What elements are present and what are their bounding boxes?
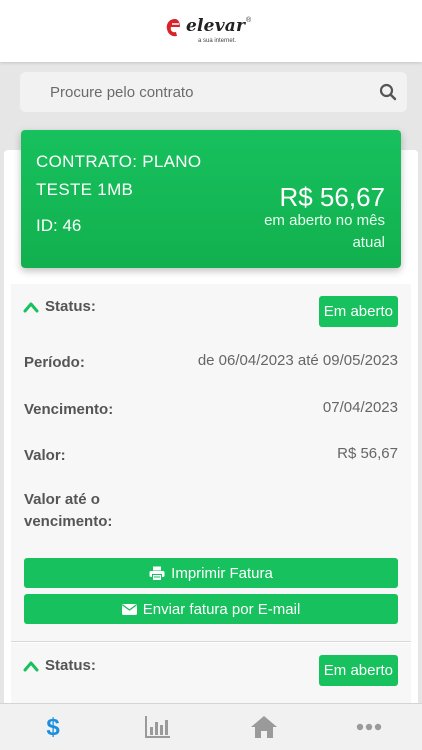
invoice-status-toggle[interactable]: Status:	[23, 298, 96, 315]
chevron-up-icon[interactable]	[23, 660, 39, 672]
envelope-icon	[121, 603, 137, 615]
status-label: Status:	[45, 657, 96, 674]
invoice-card: Status: Em aberto Período: de 06/04/2023…	[11, 284, 411, 642]
nav-invoices[interactable]: $	[0, 704, 106, 750]
bottom-navigation: $	[0, 703, 422, 750]
contract-title: CONTRATO: PLANO TESTE 1MB	[36, 152, 202, 199]
home-icon	[250, 716, 277, 738]
invoice-card: Status: Em aberto	[11, 643, 411, 703]
email-invoice-button[interactable]: Enviar fatura por E-mail	[24, 594, 398, 624]
due-date-value: 07/04/2023	[322, 399, 398, 416]
nav-usage[interactable]	[106, 704, 212, 750]
elevar-logo: elevar ® a sua internet.	[166, 14, 256, 48]
value-label: Valor:	[24, 447, 66, 464]
search-icon[interactable]	[379, 83, 397, 101]
value-amount: R$ 56,67	[337, 445, 398, 462]
status-badge: Em aberto	[318, 296, 398, 327]
print-invoice-label: Imprimir Fatura	[171, 564, 273, 582]
dollar-icon: $	[46, 714, 60, 740]
value-until-due-label: Valor até o vencimento:	[24, 491, 113, 530]
period-value: de 06/04/2023 até 09/05/2023	[197, 352, 398, 369]
contract-open-amount: R$ 56,67	[279, 182, 385, 212]
logo-mark-icon	[166, 19, 180, 37]
email-invoice-label: Enviar fatura por E-mail	[142, 600, 301, 618]
nav-more[interactable]	[317, 704, 422, 750]
contract-id: ID: 46	[36, 216, 82, 235]
print-invoice-button[interactable]: Imprimir Fatura	[24, 558, 398, 588]
contract-search-input[interactable]	[20, 72, 360, 112]
contract-summary-card[interactable]: CONTRATO: PLANO TESTE 1MB ID: 46 R$ 56,6…	[21, 130, 401, 268]
invoice-status-toggle[interactable]: Status:	[23, 657, 96, 674]
period-label: Período:	[24, 354, 85, 371]
logo-text: elevar	[186, 16, 246, 36]
status-label: Status:	[45, 298, 96, 315]
svg-text:$: $	[46, 714, 60, 740]
contract-search-bar	[20, 72, 407, 112]
logo-tagline: a sua internet.	[198, 38, 237, 44]
more-icon	[357, 723, 382, 731]
due-date-label: Vencimento:	[24, 401, 114, 418]
nav-home[interactable]	[211, 704, 317, 750]
printer-icon	[149, 566, 165, 581]
chevron-up-icon[interactable]	[23, 301, 39, 313]
contract-open-amount-label: em aberto no mês atual	[264, 212, 385, 251]
bar-chart-icon	[145, 716, 171, 738]
logo-registered-mark: ®	[246, 17, 252, 24]
status-badge: Em aberto	[318, 655, 398, 686]
app-header: elevar ® a sua internet.	[0, 0, 422, 62]
